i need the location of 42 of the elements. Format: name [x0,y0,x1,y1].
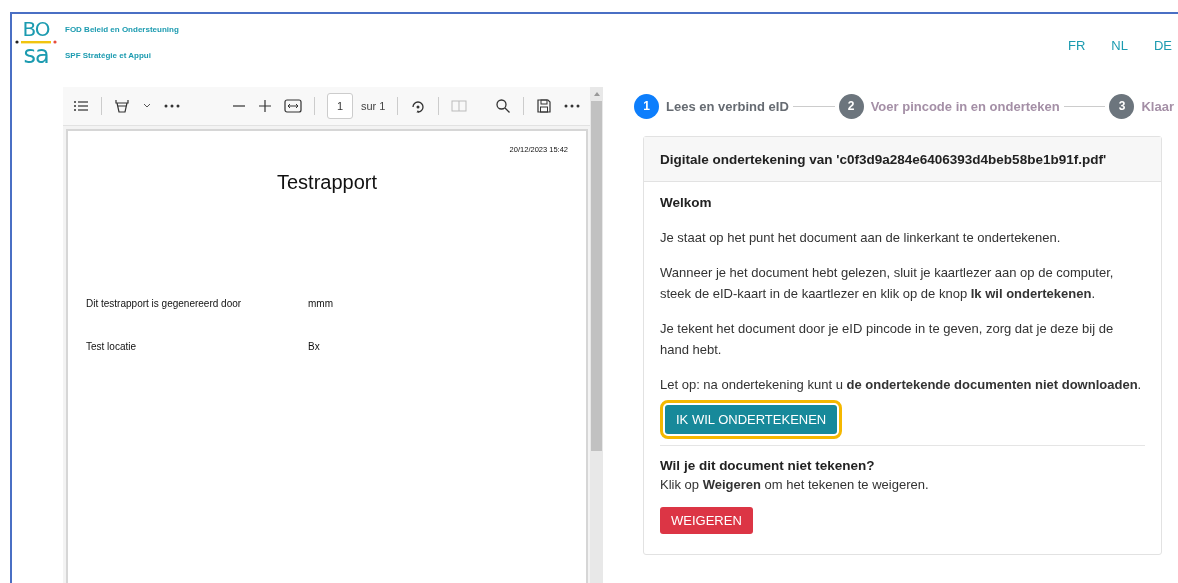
instruction-text: Je tekent het document door je eID pincode in te geven, zorg dat je deze bij de hand hebt. [660,320,1115,359]
organization-name: SPF Stratégie et Appui [65,51,152,60]
instruction-text: Let op: na ondertekening kunt u de ondertekende documenten niet downloaden. [660,376,1142,394]
language-link[interactable]: DE [1153,38,1172,87]
card-title: Digitale ondertekening van 'c0f3d9a284e6406393d4beb58be1b91f.pdf' [660,152,1107,167]
sign-button[interactable]: IK WIL ONDERTEKENEN [665,405,838,434]
list-icon[interactable] [73,99,89,113]
search-icon[interactable] [495,98,511,114]
scrollbar-thumb[interactable] [591,101,602,451]
logo-letters: BO [22,20,50,38]
language-link[interactable]: FR [1067,38,1086,87]
step-number: 2 [838,93,864,119]
document-label: Dit testrapport is gegenereerd door [86,298,243,309]
step-number: 3 [1109,93,1135,119]
page-count: sur 1 [361,100,386,112]
welcome-heading: Welkom [660,195,712,210]
zoom-in-icon[interactable] [258,99,272,113]
instruction-text: Wanneer je het document hebt gelezen, sluit je kaartlezer aan op de computer, steek de eID-kaart in de kaartlezer en klik op de knop Ik wil ondertekenen. [660,264,1115,303]
document-label: Test locatie [86,341,138,352]
language-link[interactable]: NL [1111,38,1128,87]
document-value: Bx [308,341,320,352]
step-number: 1 [634,93,659,119]
rotate-icon[interactable] [410,98,427,114]
step-label: Voer pincode in en onderteken [870,98,1060,114]
save-icon[interactable] [536,98,552,114]
more-icon[interactable] [164,104,180,108]
chevron-down-icon[interactable] [142,102,152,110]
organization-name: FOD Beleid en Ondersteuning [65,25,179,34]
step-label: Lees en verbind eID [666,98,789,114]
document-title: Testrapport [276,171,378,194]
refuse-text: Klik op Weigeren om het tekenen te weigeren. [660,476,929,494]
refuse-button[interactable]: WEIGEREN [660,507,753,534]
fit-width-icon[interactable] [284,99,302,113]
step-label: Klaar [1141,98,1174,114]
instruction-text: Je staat op het punt het document aan de linkerkant te ondertekenen. [660,229,1061,247]
more-icon[interactable] [564,104,580,108]
document-value: mmm [308,298,333,309]
refuse-heading: Wil je dit document niet tekenen? [660,458,875,473]
scrollbar[interactable] [590,87,603,583]
page-number-field[interactable]: 1 [327,93,353,119]
logo-letters: sa [23,46,49,64]
logo-line-icon [15,39,57,45]
